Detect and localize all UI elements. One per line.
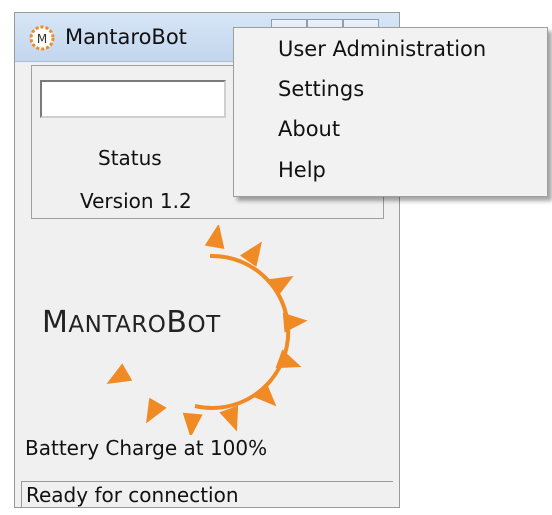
sun-ray xyxy=(275,349,302,369)
svg-text:M: M xyxy=(37,32,47,46)
status-label: Status xyxy=(98,146,162,170)
context-menu: User Administration Settings About Help xyxy=(233,27,548,197)
menu-item-help[interactable]: Help xyxy=(278,158,326,182)
sun-ray xyxy=(106,363,133,384)
sun-ray xyxy=(182,412,203,435)
status-bar: Ready for connection xyxy=(21,481,393,507)
sun-ray xyxy=(219,405,239,432)
mantarobot-m-icon[interactable]: M xyxy=(29,25,55,51)
logo-text: MANTAROBOT xyxy=(42,305,221,340)
sun-ray xyxy=(252,382,277,407)
menu-item-settings[interactable]: Settings xyxy=(278,77,364,101)
status-bar-text: Ready for connection xyxy=(26,483,239,507)
menu-item-about[interactable]: About xyxy=(278,117,340,141)
window-title: MantaroBot xyxy=(65,25,187,49)
sun-ray xyxy=(146,397,167,424)
menu-item-user-administration[interactable]: User Administration xyxy=(278,37,486,61)
sun-ray xyxy=(282,312,308,333)
version-label: Version 1.2 xyxy=(80,189,192,213)
command-input[interactable] xyxy=(40,80,226,118)
battery-status: Battery Charge at 100% xyxy=(25,436,268,460)
sun-ray xyxy=(204,225,225,250)
